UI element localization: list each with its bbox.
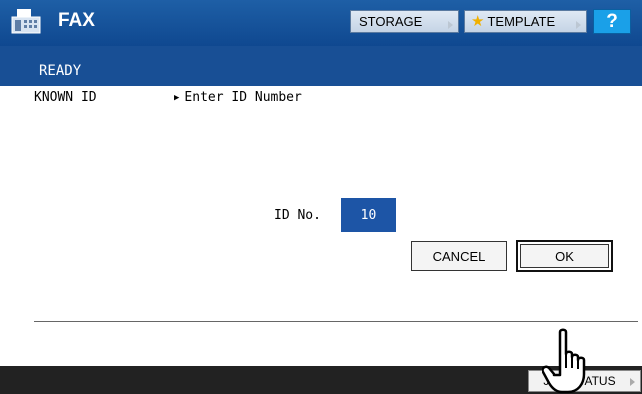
cancel-button[interactable]: CANCEL [411,241,507,271]
ok-button[interactable]: OK [516,240,613,272]
instruction-label: Enter ID Number [184,90,302,105]
triangle-right-icon: ▶ [174,93,180,103]
star-icon: ★ [471,13,485,30]
id-number-field[interactable]: 10 [341,198,396,232]
storage-button[interactable]: STORAGE [350,10,459,33]
chevron-right-icon [576,21,581,29]
main-panel: KNOWN ID ▶ Enter ID Number ID No. 10 [0,86,642,366]
chevron-right-icon [448,21,453,29]
chevron-right-icon [630,378,635,386]
status-bar: READY [0,46,642,86]
mode-label: KNOWN ID [34,90,97,105]
app-title: FAX [58,10,95,31]
fax-icon [11,9,41,34]
instruction-text: ▶ Enter ID Number [174,90,302,105]
id-number-label: ID No. [274,208,321,223]
template-button[interactable]: ★ TEMPLATE [464,10,587,33]
help-button[interactable]: ? [593,9,631,34]
template-button-label: TEMPLATE [487,14,556,29]
divider [34,321,638,322]
storage-button-label: STORAGE [359,14,423,29]
top-bar: FAX STORAGE ★ TEMPLATE ? [0,0,642,46]
hand-pointer-icon [542,328,586,394]
status-message: READY [39,63,82,79]
